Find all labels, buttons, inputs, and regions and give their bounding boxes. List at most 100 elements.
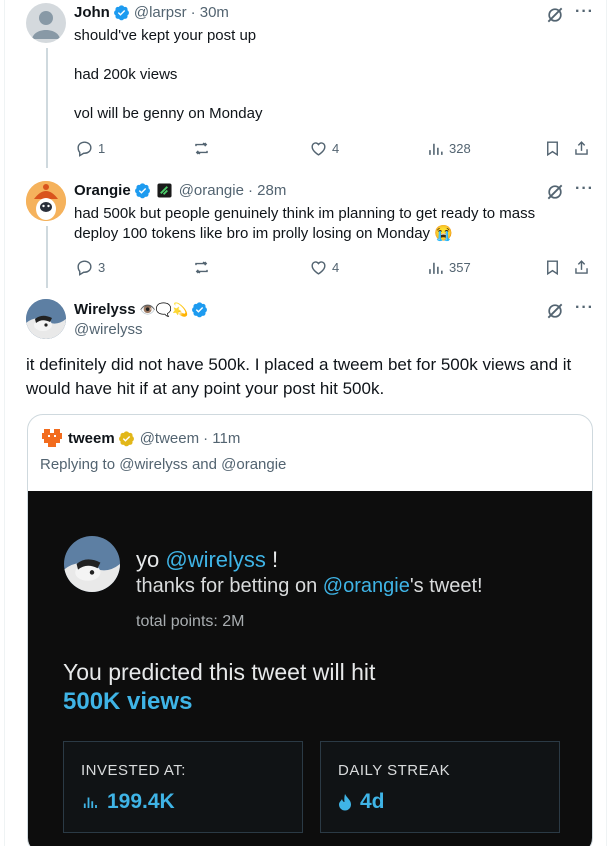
grok-icon[interactable] (545, 182, 565, 202)
tweet-text: had 500k but people genuinely think im p… (74, 204, 535, 244)
thanks-text: thanks for betting on (136, 575, 323, 597)
author-name[interactable]: John (74, 4, 110, 21)
views-icon (429, 143, 443, 155)
share-button[interactable] (572, 139, 591, 158)
verified-badge-icon (113, 5, 129, 21)
wirelyss-avatar-icon (26, 299, 66, 339)
more-icon[interactable]: ··· (575, 299, 594, 317)
quote-author-name[interactable]: tweem (68, 430, 115, 447)
card-thanks: thanks for betting on @orangie's tweet! (136, 575, 483, 598)
repost-icon (195, 261, 208, 274)
prediction-text: You predicted this tweet will hit (63, 659, 376, 685)
affiliate-badge-icon (157, 183, 172, 198)
bookmark-icon (547, 260, 558, 276)
timeline-column: John @larpsr · 30m ··· should've kept yo… (4, 0, 607, 846)
greeting-text: yo (136, 547, 166, 572)
bookmark-button[interactable] (543, 258, 562, 277)
author-handle[interactable]: @wirelyss (74, 321, 143, 338)
like-count: 4 (332, 141, 340, 156)
bookmark-button[interactable] (543, 139, 562, 158)
like-button[interactable]: 4 (309, 258, 339, 277)
reply-count: 1 (98, 141, 106, 156)
author-name[interactable]: Wirelyss (74, 301, 136, 318)
tweet-header: John @larpsr · 30m (74, 4, 229, 21)
invested-value-row: 199.4K (81, 790, 175, 814)
tweet-line-text: deploy 100 tokens like bro im prolly los… (74, 225, 431, 242)
bookmark-icon (547, 141, 558, 157)
views-icon (429, 262, 443, 274)
wirelyss-avatar-icon (64, 536, 120, 592)
tweet-line: vol will be genny on Monday (74, 105, 263, 122)
quoted-tweet[interactable]: tweem @tweem · 11m Replying to @wirelyss… (27, 414, 593, 846)
reply-button[interactable]: 3 (75, 258, 105, 277)
grok-icon[interactable] (545, 5, 565, 25)
like-icon (311, 142, 326, 156)
repost-icon (195, 142, 208, 155)
flame-icon (339, 794, 351, 811)
timestamp[interactable]: · 28m (248, 182, 286, 199)
reply-icon (77, 260, 92, 276)
reply-button[interactable]: 1 (75, 139, 105, 158)
views-button[interactable]: 357 (426, 258, 471, 277)
quote-header: tweem @tweem · 11m (42, 429, 240, 447)
card-avatar (64, 536, 120, 592)
grok-icon[interactable] (545, 301, 565, 321)
view-count: 357 (449, 260, 471, 275)
streak-value: 4d (360, 790, 385, 813)
greeting-handle: @wirelyss (165, 547, 266, 572)
handle-row: @wirelyss (74, 321, 143, 338)
share-button[interactable] (572, 258, 591, 277)
views-icon (83, 797, 97, 808)
invested-label: INVESTED AT: (81, 762, 186, 779)
default-avatar-icon (32, 11, 60, 39)
thanks-end: 's tweet! (409, 575, 483, 597)
tweem-bet-card[interactable]: yo @wirelyss ! thanks for betting on @or… (28, 491, 592, 846)
repost-button[interactable] (192, 139, 211, 158)
avatar[interactable] (26, 299, 66, 339)
verified-badge-icon (192, 302, 208, 318)
quote-timestamp[interactable]: · 11m (203, 430, 240, 447)
quote-author-handle[interactable]: @tweem (140, 430, 199, 447)
more-icon[interactable]: ··· (575, 3, 594, 21)
streak-label: DAILY STREAK (338, 762, 451, 779)
like-count: 4 (332, 260, 340, 275)
invested-value: 199.4K (107, 790, 175, 813)
view-count: 328 (449, 141, 471, 156)
like-icon (311, 261, 326, 275)
tweet-line: should've kept your post up (74, 27, 257, 44)
prediction-target: 500K views (63, 688, 193, 715)
repost-button[interactable] (192, 258, 211, 277)
greeting-end: ! (265, 547, 279, 572)
name-emojis: 👁️🗨️💫 (139, 301, 189, 317)
author-name[interactable]: Orangie (74, 182, 131, 199)
share-icon (575, 141, 588, 155)
orangie-avatar-icon (26, 181, 66, 221)
card-greeting: yo @wirelyss ! (136, 547, 278, 573)
tweet-line: had 500k but people genuinely think im p… (74, 205, 536, 222)
author-handle[interactable]: @larpsr (134, 4, 187, 21)
author-handle[interactable]: @orangie (179, 182, 244, 199)
more-icon[interactable]: ··· (575, 180, 594, 198)
tweet-header: Wirelyss 👁️🗨️💫 (74, 301, 208, 318)
tweet-line: deploy 100 tokens like bro im prolly los… (74, 224, 535, 244)
tweet-actions: 1 4 328 (65, 139, 605, 161)
share-icon (575, 260, 588, 274)
total-points: total points: 2M (136, 613, 245, 630)
gold-verified-badge-icon (118, 430, 134, 446)
invested-stat: INVESTED AT: 199.4K (63, 741, 303, 833)
streak-value-row: 4d (338, 790, 385, 814)
tweet-header: Orangie @orangie · 28m (74, 182, 286, 199)
tweet-actions: 3 4 357 (65, 258, 605, 280)
thanks-handle: @orangie (322, 575, 410, 597)
views-button[interactable]: 328 (426, 139, 471, 158)
reply-icon (77, 141, 92, 157)
avatar[interactable] (26, 3, 66, 43)
crying-face-emoji: 😭 (434, 225, 453, 242)
verified-badge-icon (134, 183, 150, 199)
like-button[interactable]: 4 (309, 139, 339, 158)
avatar[interactable] (26, 181, 66, 221)
replying-to[interactable]: Replying to @wirelyss and @orangie (40, 456, 286, 473)
timestamp[interactable]: · 30m (191, 4, 229, 21)
streak-stat: DAILY STREAK 4d (320, 741, 560, 833)
tweet-text: it definitely did not have 500k. I place… (26, 355, 572, 398)
